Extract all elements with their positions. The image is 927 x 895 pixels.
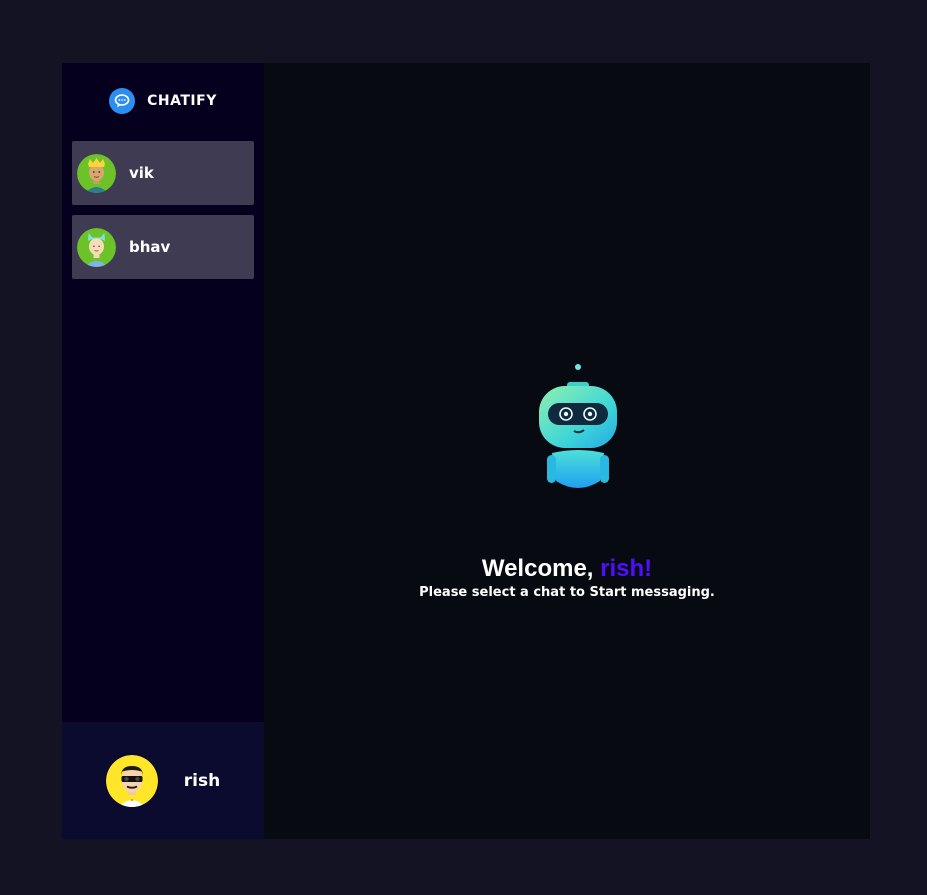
welcome-username: rish! — [600, 555, 653, 582]
contacts-sidebar: CHATIFY vik bhav rish — [62, 63, 264, 839]
robot-mascot-icon — [534, 361, 620, 493]
welcome-heading: Welcome, rish! — [264, 554, 870, 584]
current-user-name: rish — [183, 770, 221, 791]
contact-name: vik — [129, 164, 154, 182]
current-user-panel: rish — [62, 722, 264, 839]
chat-bubble-icon — [109, 88, 136, 114]
avatar — [77, 227, 116, 267]
welcome-panel: Welcome, rish! Please select a chat to S… — [264, 63, 870, 839]
avatar — [105, 754, 158, 807]
contact-item-vik[interactable]: vik — [72, 141, 254, 205]
welcome-message: Welcome, rish! Please select a chat to S… — [264, 554, 870, 602]
contact-list: vik bhav — [62, 139, 264, 279]
contact-name: bhav — [129, 238, 171, 256]
brand-header: CHATIFY — [62, 63, 264, 139]
chat-app-container: CHATIFY vik bhav rish Welcome, rish! Ple… — [62, 63, 870, 839]
brand-name: CHATIFY — [147, 93, 217, 109]
contact-item-bhav[interactable]: bhav — [72, 215, 254, 279]
welcome-subtitle: Please select a chat to Start messaging. — [419, 585, 715, 600]
avatar — [77, 153, 116, 193]
welcome-prefix: Welcome, — [481, 555, 601, 582]
